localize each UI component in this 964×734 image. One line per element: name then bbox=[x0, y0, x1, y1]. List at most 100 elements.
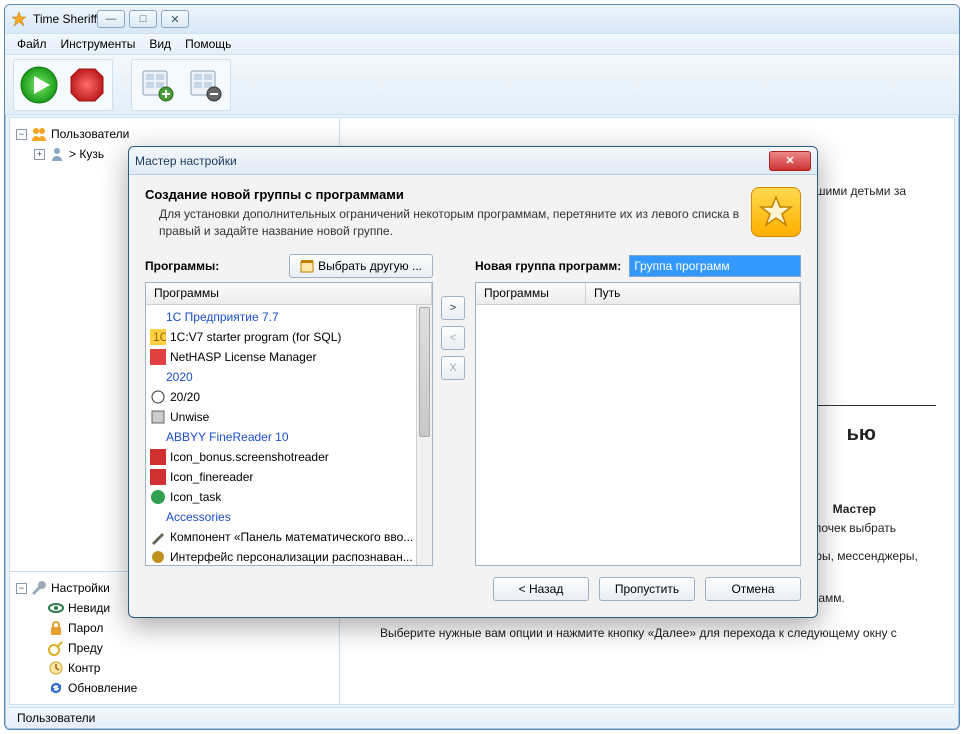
app-icon bbox=[150, 469, 166, 485]
tree-label: Невиди bbox=[68, 601, 110, 615]
dialog-title: Мастер настройки bbox=[135, 154, 769, 168]
dialog-footer: < Назад Пропустить Отмена bbox=[145, 577, 801, 605]
back-button[interactable]: < Назад bbox=[493, 577, 589, 601]
scrollbar-thumb[interactable] bbox=[419, 307, 430, 437]
list-body[interactable]: 1С Предприятие 7.7 1C1C:V7 starter progr… bbox=[146, 305, 432, 565]
tree-label: Пользователи bbox=[51, 127, 129, 141]
header-programs[interactable]: Программы bbox=[146, 283, 432, 304]
warning-icon bbox=[48, 640, 64, 656]
wizard-dialog: Мастер настройки ✕ Создание новой группы… bbox=[128, 146, 818, 618]
tree-label: Настройки bbox=[51, 581, 110, 595]
app-icon bbox=[150, 409, 166, 425]
scrollbar[interactable] bbox=[416, 305, 432, 565]
list-item[interactable]: Интерфейс персонализации распознаван... bbox=[146, 547, 432, 565]
menubar: Файл Инструменты Вид Помощь bbox=[5, 33, 959, 55]
star-icon bbox=[758, 194, 794, 230]
header-programs[interactable]: Программы bbox=[476, 283, 586, 304]
tree-pass: Парол bbox=[16, 618, 333, 638]
tree-label: Парол bbox=[68, 621, 103, 635]
list-header: Программы bbox=[146, 283, 432, 305]
app-icon bbox=[150, 529, 166, 545]
list-item[interactable]: NetHASP License Manager bbox=[146, 347, 432, 367]
move-left-button[interactable]: < bbox=[441, 326, 465, 350]
group-header[interactable]: ABBYY FineReader 10 bbox=[146, 427, 432, 447]
titlebar: Time Sheriff — □ ✕ bbox=[5, 5, 959, 33]
app-icon bbox=[150, 389, 166, 405]
dialog-logo bbox=[751, 187, 801, 237]
list-item[interactable]: Компонент «Панель математического вво... bbox=[146, 527, 432, 547]
remove-user-icon bbox=[187, 67, 223, 103]
tree-label: > Кузь bbox=[69, 147, 104, 161]
menu-file[interactable]: Файл bbox=[11, 35, 53, 53]
dialog-description: Для установки дополнительных ограничений… bbox=[145, 206, 741, 240]
expander-icon[interactable]: − bbox=[16, 583, 27, 594]
list-item[interactable]: 1C1C:V7 starter program (for SQL) bbox=[146, 327, 432, 347]
list-item[interactable]: Icon_bonus.screenshotreader bbox=[146, 447, 432, 467]
dialog-titlebar: Мастер настройки ✕ bbox=[129, 147, 817, 175]
app-icon bbox=[150, 349, 166, 365]
add-user-button[interactable] bbox=[134, 62, 180, 108]
close-button[interactable]: ✕ bbox=[161, 10, 189, 28]
folder-icon bbox=[300, 259, 314, 273]
menu-view[interactable]: Вид bbox=[143, 35, 177, 53]
app-icon bbox=[150, 489, 166, 505]
play-icon bbox=[19, 65, 59, 105]
group-header[interactable]: 2020 bbox=[146, 367, 432, 387]
users-icon bbox=[31, 126, 47, 142]
titlebar-title: Time Sheriff bbox=[33, 12, 97, 26]
menu-help[interactable]: Помощь bbox=[179, 35, 237, 53]
app-icon bbox=[150, 449, 166, 465]
remove-user-button[interactable] bbox=[182, 62, 228, 108]
user-icon bbox=[49, 146, 65, 162]
refresh-icon bbox=[48, 680, 64, 696]
tree-label: Обновление bbox=[68, 681, 137, 695]
remove-button[interactable]: Х bbox=[441, 356, 465, 380]
target-listbox[interactable]: Программы Путь bbox=[475, 282, 801, 566]
svg-text:1C: 1C bbox=[153, 330, 166, 344]
newgroup-input[interactable] bbox=[629, 255, 801, 277]
maximize-button[interactable]: □ bbox=[129, 10, 157, 28]
list-body[interactable] bbox=[476, 305, 800, 565]
tree-warn: Преду bbox=[16, 638, 333, 658]
minimize-button[interactable]: — bbox=[97, 10, 125, 28]
tree-root-users: − Пользователи bbox=[16, 124, 333, 144]
eye-icon bbox=[48, 600, 64, 616]
cancel-button[interactable]: Отмена bbox=[705, 577, 801, 601]
expander-icon[interactable]: − bbox=[16, 129, 27, 140]
clock-icon bbox=[48, 660, 64, 676]
skip-button[interactable]: Пропустить bbox=[599, 577, 695, 601]
app-icon bbox=[11, 11, 27, 27]
expander-icon[interactable]: + bbox=[34, 149, 45, 160]
status-text: Пользователи bbox=[17, 711, 95, 725]
programs-listbox[interactable]: Программы 1С Предприятие 7.7 1C1C:V7 sta… bbox=[145, 282, 433, 566]
tree-upd: Обновление bbox=[16, 678, 333, 698]
header-path[interactable]: Путь bbox=[586, 283, 800, 304]
list-item[interactable]: Unwise bbox=[146, 407, 432, 427]
toolbar bbox=[5, 55, 959, 115]
stop-button[interactable] bbox=[64, 62, 110, 108]
menu-tools[interactable]: Инструменты bbox=[55, 35, 142, 53]
list-item[interactable]: Icon_task bbox=[146, 487, 432, 507]
choose-other-button[interactable]: Выбрать другую ... bbox=[289, 254, 433, 278]
dialog-close-button[interactable]: ✕ bbox=[769, 151, 811, 171]
dialog-heading: Создание новой группы с программами bbox=[145, 187, 741, 202]
group-header[interactable]: Accessories bbox=[146, 507, 432, 527]
list-item[interactable]: 20/20 bbox=[146, 387, 432, 407]
group-header[interactable]: 1С Предприятие 7.7 bbox=[146, 307, 432, 327]
newgroup-label: Новая группа программ: bbox=[475, 259, 621, 273]
tree-label: Преду bbox=[68, 641, 103, 655]
tree-label: Контр bbox=[68, 661, 100, 675]
programs-label: Программы: bbox=[145, 259, 219, 273]
wrench-icon bbox=[31, 580, 47, 596]
list-header: Программы Путь bbox=[476, 283, 800, 305]
app-icon: 1C bbox=[150, 329, 166, 345]
stop-icon bbox=[67, 65, 107, 105]
lock-icon bbox=[48, 620, 64, 636]
list-item[interactable]: Icon_finereader bbox=[146, 467, 432, 487]
app-icon bbox=[150, 549, 166, 565]
play-button[interactable] bbox=[16, 62, 62, 108]
tree-ctrl: Контр bbox=[16, 658, 333, 678]
add-user-icon bbox=[139, 67, 175, 103]
move-right-button[interactable]: > bbox=[441, 296, 465, 320]
statusbar: Пользователи bbox=[9, 707, 955, 727]
